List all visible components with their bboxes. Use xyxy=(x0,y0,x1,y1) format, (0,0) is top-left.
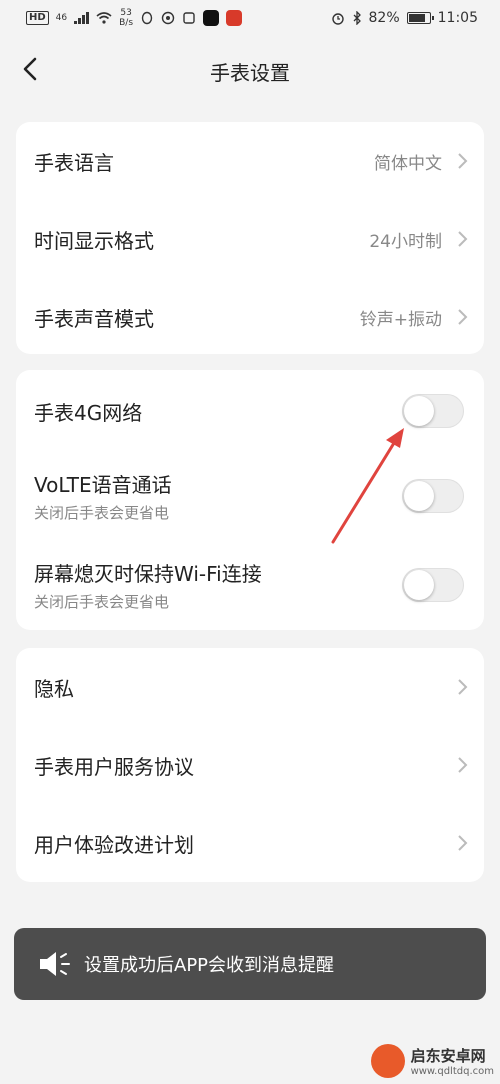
wifi-keep-row: 屏幕熄灭时保持Wi-Fi连接 关闭后手表会更省电 xyxy=(16,540,484,630)
volte-row: VoLTE语音通话 关闭后手表会更省电 xyxy=(16,452,484,540)
watermark-logo-icon xyxy=(370,1044,405,1078)
chevron-right-icon xyxy=(458,679,468,695)
volte-toggle[interactable] xyxy=(402,479,464,513)
tiktok-icon xyxy=(203,10,220,26)
row-value: 24小时制 xyxy=(369,231,442,252)
row-label: 屏幕熄灭时保持Wi-Fi连接 xyxy=(34,562,262,586)
network-settings-card: 手表4G网络 VoLTE语音通话 关闭后手表会更省电 屏幕熄灭时保持Wi-Fi连… xyxy=(16,370,484,630)
network-type: 46 xyxy=(55,13,68,23)
battery-icon xyxy=(406,12,434,24)
row-subtitle: 关闭后手表会更省电 xyxy=(34,504,170,522)
status-bar: HD 46 53 B/s 82% 11:05 xyxy=(0,0,500,36)
signal-icon xyxy=(74,12,90,24)
watermark: 启东安卓网 www.qdltdq.com xyxy=(370,1044,494,1078)
battery-percent: 82% xyxy=(368,10,400,26)
service-agreement-row[interactable]: 手表用户服务协议 xyxy=(16,726,484,804)
chevron-right-icon xyxy=(458,309,468,325)
watch-4g-toggle[interactable] xyxy=(402,394,464,428)
back-arrow-icon[interactable] xyxy=(16,54,46,84)
time-format-row[interactable]: 时间显示格式 24小时制 xyxy=(16,200,484,278)
wifi-icon xyxy=(96,12,112,24)
sound-mode-row[interactable]: 手表声音模式 铃声+振动 xyxy=(16,278,484,354)
privacy-row[interactable]: 隐私 xyxy=(16,648,484,726)
chevron-right-icon xyxy=(458,835,468,851)
clock: 11:05 xyxy=(437,10,478,26)
toast-text: 设置成功后APP会收到消息提醒 xyxy=(84,955,335,976)
app-icon xyxy=(161,11,175,25)
row-value: 简体中文 xyxy=(374,153,442,174)
row-label: 时间显示格式 xyxy=(34,228,154,253)
toggle-knob xyxy=(404,481,434,511)
row-value: 铃声+振动 xyxy=(359,309,442,330)
chevron-right-icon xyxy=(458,231,468,247)
speed-value: 53 xyxy=(120,8,132,18)
watermark-text: 启东安卓网 www.qdltdq.com xyxy=(411,1045,494,1077)
row-subtitle: 关闭后手表会更省电 xyxy=(34,593,170,611)
speaker-icon xyxy=(40,952,70,976)
alarm-icon xyxy=(331,13,344,25)
ux-improvement-row[interactable]: 用户体验改进计划 xyxy=(16,804,484,882)
status-left: HD 46 53 B/s xyxy=(26,8,243,28)
toast-message: 设置成功后APP会收到消息提醒 xyxy=(14,928,486,1000)
bluetooth-icon xyxy=(353,11,361,25)
row-label: VoLTE语音通话 xyxy=(34,473,172,497)
toggle-knob xyxy=(404,570,434,600)
watch-4g-row: 手表4G网络 xyxy=(16,370,484,452)
status-right: 82% 11:05 xyxy=(331,10,478,26)
row-label: 用户体验改进计划 xyxy=(34,832,194,857)
network-speed: 53 B/s xyxy=(119,8,133,28)
chevron-right-icon xyxy=(458,757,468,773)
toggle-knob xyxy=(404,396,434,426)
notification-icon xyxy=(183,12,195,24)
nav-bar: 手表设置 xyxy=(0,36,500,106)
basic-settings-card: 手表语言 简体中文 时间显示格式 24小时制 手表声音模式 铃声+振动 xyxy=(16,122,484,354)
page-title: 手表设置 xyxy=(210,60,290,85)
row-label: 手表用户服务协议 xyxy=(34,754,194,779)
row-label: 手表4G网络 xyxy=(34,400,143,425)
row-label: 手表语言 xyxy=(34,150,114,175)
row-label: 手表声音模式 xyxy=(34,306,154,331)
qq-icon xyxy=(141,11,153,25)
watermark-url: www.qdltdq.com xyxy=(410,1066,494,1077)
wifi-keep-toggle[interactable] xyxy=(402,568,464,602)
watch-language-row[interactable]: 手表语言 简体中文 xyxy=(16,122,484,200)
game-app-icon xyxy=(226,10,243,26)
watermark-name: 启东安卓网 xyxy=(410,1047,486,1065)
row-label: 隐私 xyxy=(34,676,74,701)
about-card: 隐私 手表用户服务协议 用户体验改进计划 xyxy=(16,648,484,882)
hd-badge: HD xyxy=(26,11,49,25)
chevron-right-icon xyxy=(458,153,468,169)
speed-unit: B/s xyxy=(119,18,134,28)
